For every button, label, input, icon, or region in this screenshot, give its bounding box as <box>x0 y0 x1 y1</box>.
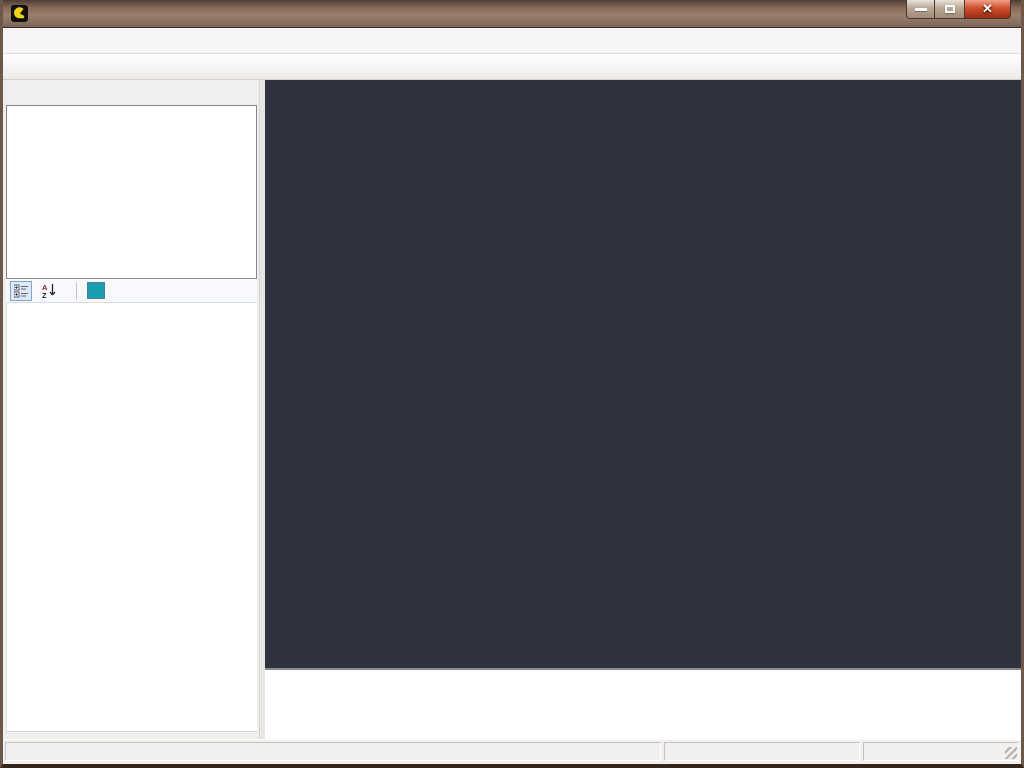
title-bar[interactable]: ✕ <box>3 0 1021 28</box>
minimize-button[interactable] <box>906 0 935 19</box>
alphabetical-sort-icon[interactable]: A Z <box>38 281 60 301</box>
status-message <box>664 742 860 761</box>
property-grid <box>6 303 257 731</box>
status-left-panel <box>5 742 661 761</box>
svg-text:Z: Z <box>42 291 47 298</box>
maximize-button[interactable] <box>935 0 964 19</box>
close-button[interactable]: ✕ <box>964 0 1011 19</box>
categorized-icon[interactable] <box>10 281 32 301</box>
main-toolbar <box>3 54 1021 80</box>
panel-tabs <box>6 82 259 105</box>
viewport-3d[interactable] <box>265 80 1021 668</box>
status-coordinates <box>863 742 1019 761</box>
status-bar <box>3 739 1021 764</box>
cambam-window: ✕ A <box>0 0 1024 768</box>
menu-bar <box>3 28 1021 54</box>
property-help-area <box>6 731 257 739</box>
drawing-tree <box>6 105 257 279</box>
left-panel: A Z <box>3 80 259 739</box>
cambam-logo-icon <box>11 5 28 22</box>
resize-grip[interactable] <box>1005 747 1017 759</box>
caption-buttons: ✕ <box>906 0 1011 19</box>
property-toolbar: A Z <box>6 279 257 303</box>
message-log[interactable] <box>265 668 1021 739</box>
help-icon[interactable] <box>87 282 105 299</box>
